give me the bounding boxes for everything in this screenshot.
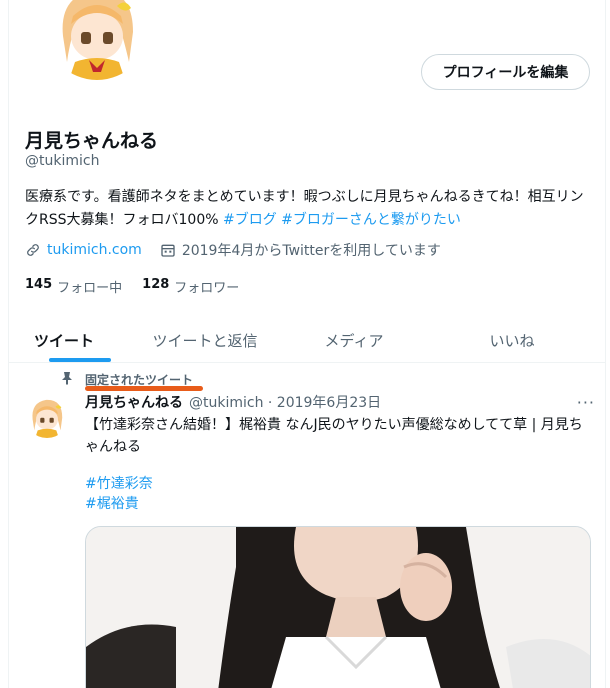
calendar-icon [160,242,176,258]
profile-bio: 医療系です。看護師ネタをまとめています！暇つぶしに月見ちゃんねるきてね！相互リン… [25,186,597,232]
edit-profile-button[interactable]: プロフィールを編集 [421,54,590,90]
followers-label: フォロワー [174,281,240,296]
following-link[interactable]: 145 フォロー中 [25,277,122,296]
more-icon[interactable]: ··· [577,393,595,412]
profile-meta: tukimich.com 2019年4月からTwitterを利用しています [25,240,441,260]
tab-tweets-and-replies[interactable]: ツイートと返信 [119,318,291,362]
profile-tabs: ツイート ツイートと返信 メディア いいね [9,318,605,363]
tweet-hashtags: #竹達彩奈 #梶裕貴 [85,474,153,514]
followers-link[interactable]: 128 フォロワー [142,277,239,296]
hashtag-blog[interactable]: #ブログ [223,212,277,228]
tweet-author-name[interactable]: 月見ちゃんねる [85,392,183,412]
hashtag-takatatsu[interactable]: #竹達彩奈 [85,474,153,494]
tab-media[interactable]: メディア [291,318,417,362]
tweet-header: 月見ちゃんねる @tukimich · 2019年6月23日 ··· [85,392,595,412]
follow-stats: 145 フォロー中 128 フォロワー [25,277,259,296]
highlight-underline [85,386,203,391]
hashtag-kaji[interactable]: #梶裕貴 [85,494,153,514]
profile-avatar[interactable] [41,0,153,84]
following-count: 145 [25,277,53,292]
profile-website-link[interactable]: tukimich.com [47,242,142,258]
tweet-avatar[interactable] [25,394,69,438]
joined-date: 2019年4月からTwitterを利用しています [181,243,441,259]
tab-likes[interactable]: いいね [417,318,605,362]
followers-count: 128 [142,277,170,292]
pin-icon [61,371,73,388]
profile-name: 月見ちゃんねる [25,130,159,152]
media-photo [86,527,590,688]
tweet-media-image[interactable] [85,526,591,688]
tweet-text: 【竹達彩奈さん結婚！】梶裕貴 なんJ民のヤりたい声優総なめしてて草 | 月見ちゃ… [85,417,583,455]
profile-page: プロフィールを編集 月見ちゃんねる @tukimich 医療系です。看護師ネタを… [8,0,606,688]
tweet-meta[interactable]: @tukimich · 2019年6月23日 [189,392,381,412]
tab-tweets[interactable]: ツイート [9,318,119,362]
link-icon [25,242,41,258]
following-label: フォロー中 [57,281,123,296]
profile-handle: @tukimich [25,153,100,169]
hashtag-blogger[interactable]: #ブロガーさんと繋がりたい [281,212,461,228]
